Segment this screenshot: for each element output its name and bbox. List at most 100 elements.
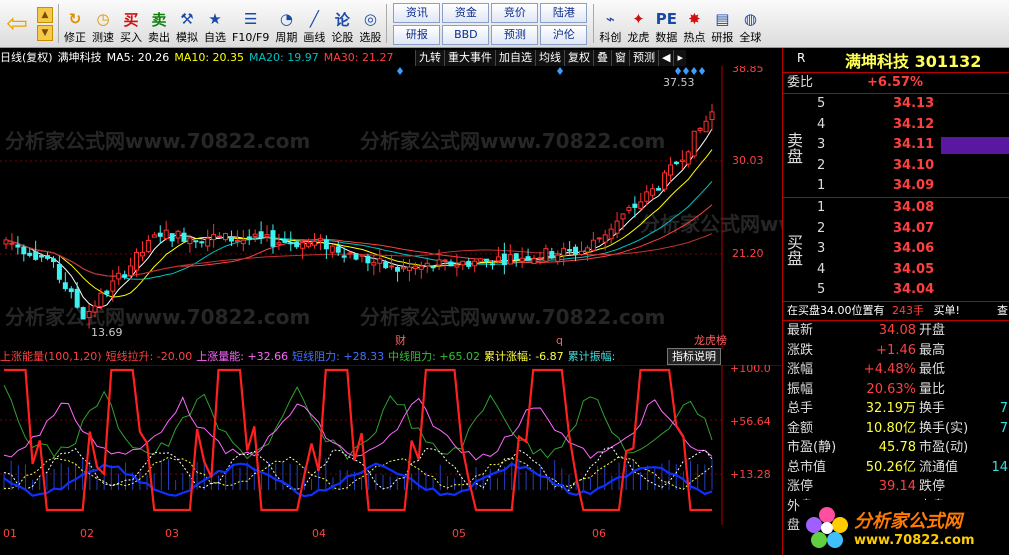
- stock-picker-icon: ◎: [363, 10, 377, 28]
- stat-row: 市盈(静) 45.78 市盈(动): [783, 438, 1009, 458]
- stock-name: 满坤科技: [57, 51, 102, 64]
- down-arrow-icon[interactable]: ▼: [37, 24, 53, 41]
- candle-down: [484, 258, 490, 261]
- refresh-button[interactable]: ↻ 修正: [61, 0, 89, 47]
- stat-label: 总手: [787, 401, 814, 416]
- grid-research-button[interactable]: 研报: [393, 25, 441, 45]
- hotspot-button[interactable]: ✸ 热点: [680, 0, 708, 47]
- event-label-finance[interactable]: 财: [395, 333, 406, 347]
- grid-auction-button[interactable]: 竞价: [491, 3, 539, 23]
- button-label: 修正: [64, 31, 86, 44]
- sell-level-row[interactable]: 5 34.13: [803, 94, 1009, 115]
- buy-button[interactable]: 买买入: [117, 0, 145, 47]
- candle-up: [389, 265, 395, 268]
- buy-level-row[interactable]: 1 34.08: [803, 198, 1009, 219]
- report-button[interactable]: ▤ 研报: [708, 0, 736, 47]
- level-number: 3: [817, 137, 826, 152]
- buy-level-row[interactable]: 5 34.04: [803, 280, 1009, 301]
- candle-up: [478, 258, 484, 262]
- dragon-tiger-button[interactable]: ✦ 龙虎: [624, 0, 652, 47]
- up-arrow-icon[interactable]: ▲: [37, 6, 53, 23]
- grid-capital-button[interactable]: 资金: [442, 3, 490, 23]
- quote-title[interactable]: 满坤科技 301132: [783, 48, 1009, 72]
- indicator-chart[interactable]: +100.0 +56.64 +13.28: [0, 365, 782, 525]
- candle-up: [608, 228, 614, 240]
- button-label: 数据: [655, 31, 678, 44]
- candle-up: [620, 213, 626, 220]
- stat-label: 流通值: [919, 459, 959, 475]
- stock-picker-button[interactable]: ◎ 选股: [356, 0, 384, 47]
- buy-side-label: 买盘: [784, 234, 803, 266]
- bid-alert[interactable]: 在买盘34.00位置有 243手 买单! 查: [787, 302, 1009, 320]
- candle-up: [584, 247, 590, 253]
- button-label: 论股: [331, 31, 354, 44]
- period-button[interactable]: ◔ 周期: [272, 0, 300, 47]
- toolbar-divider: [593, 4, 595, 43]
- tab-window[interactable]: 窗: [611, 50, 629, 66]
- buy-level-row[interactable]: 3 34.06: [803, 239, 1009, 260]
- quote-panel: R 满坤科技 301132 委比 +6.57% 卖盘 5 34.13 4 34.12 3…: [782, 48, 1009, 555]
- back-arrow-icon[interactable]: ⇦: [0, 0, 34, 47]
- grid-forecast-button[interactable]: 预测: [491, 25, 539, 45]
- refresh-icon: ↻: [68, 10, 82, 28]
- discuss-icon: 论: [334, 10, 350, 29]
- kechuang-button[interactable]: ⌁ 科创: [596, 0, 624, 47]
- ma5-value: MA5: 20.26: [106, 51, 170, 64]
- sell-level-row[interactable]: 1 34.09: [803, 176, 1009, 197]
- sell-level-row[interactable]: 2 34.10: [803, 156, 1009, 177]
- level-price: 34.06: [893, 241, 935, 256]
- event-label-dragon-tiger[interactable]: 龙虎榜: [694, 333, 727, 347]
- app-window: ⇦ ▲ ▼ ↻ 修正 ◷ 测速买买入卖卖出 ⚒ 模拟 ★ 自选 ☰ F10/F9 ◔ 周期 ╱ 画线论论股…: [0, 0, 1009, 555]
- speaker-icon[interactable]: ◀: [658, 50, 674, 66]
- period-label[interactable]: 日线(复权): [0, 51, 53, 64]
- stat-label: 涨停: [787, 479, 814, 494]
- tab-moving-average[interactable]: 均线: [535, 50, 564, 66]
- candle-down: [335, 246, 341, 253]
- level-price: 34.07: [893, 220, 935, 236]
- stat-row: 涨跌 +1.46 最高: [783, 341, 1009, 361]
- candle-down: [567, 249, 573, 252]
- button-label: 画线: [303, 31, 326, 44]
- tab-forecast[interactable]: 预测: [629, 50, 658, 66]
- chart-tabs: 九转 重大事件 加自选 均线 复权 叠 窗 预测 ◀ ▸: [415, 50, 686, 66]
- expand-icon[interactable]: ▸: [673, 50, 686, 66]
- grid-hk-connect-button[interactable]: 陆港: [540, 3, 588, 23]
- candle-up: [436, 259, 442, 266]
- candle-up: [662, 172, 668, 190]
- tab-overlay[interactable]: 叠: [593, 50, 611, 66]
- tab-major-events[interactable]: 重大事件: [444, 50, 495, 66]
- candle-down: [21, 246, 27, 255]
- stat-value: 10.80亿: [865, 420, 916, 436]
- sell-button[interactable]: 卖卖出: [145, 0, 173, 47]
- grid-shanghai-london-button[interactable]: 沪伦: [540, 25, 588, 45]
- candle-up: [691, 130, 697, 157]
- data-pe-button[interactable]: PE 数据: [652, 0, 680, 47]
- tab-nine-turn[interactable]: 九转: [415, 50, 444, 66]
- buy-level-row[interactable]: 2 34.07: [803, 219, 1009, 240]
- hammer-button[interactable]: ⚒ 模拟: [173, 0, 201, 47]
- globe-button[interactable]: ◍ 全球: [736, 0, 764, 47]
- candle-up: [317, 238, 323, 242]
- discuss-button[interactable]: 论论股: [328, 0, 356, 47]
- indicator-tick-top: +100.0: [730, 365, 771, 375]
- list-doc-button[interactable]: ☰ F10/F9: [229, 0, 272, 47]
- indicator-help-button[interactable]: 指标说明: [667, 348, 721, 365]
- tab-adjusted[interactable]: 复权: [564, 50, 593, 66]
- draw-line-button[interactable]: ╱ 画线: [300, 0, 328, 47]
- grid-news-button[interactable]: 资讯: [393, 3, 441, 23]
- sell-level-row[interactable]: 4 34.12: [803, 115, 1009, 136]
- indicator-name[interactable]: 上涨能量(100,1,20): [0, 350, 102, 363]
- candlestick-chart[interactable]: 分析家公式网www.70822.com 分析家公式网www.70822.com 分析…: [0, 66, 782, 349]
- candle-up: [145, 239, 151, 253]
- star-folder-button[interactable]: ★ 自选: [201, 0, 229, 47]
- sell-level-row[interactable]: 3 34.11: [803, 135, 1009, 156]
- level-number: 5: [817, 96, 826, 111]
- event-label-q[interactable]: q: [556, 334, 563, 347]
- bid-alert-text: 在买盘34.00位置有: [787, 304, 885, 317]
- bid-alert-more[interactable]: 查: [997, 302, 1008, 320]
- grid-bbd-button[interactable]: BBD: [442, 25, 490, 45]
- stat-value: 7: [999, 401, 1008, 416]
- clock-button[interactable]: ◷ 测速: [89, 0, 117, 47]
- tab-add-watchlist[interactable]: 加自选: [495, 50, 535, 66]
- buy-level-row[interactable]: 4 34.05: [803, 260, 1009, 281]
